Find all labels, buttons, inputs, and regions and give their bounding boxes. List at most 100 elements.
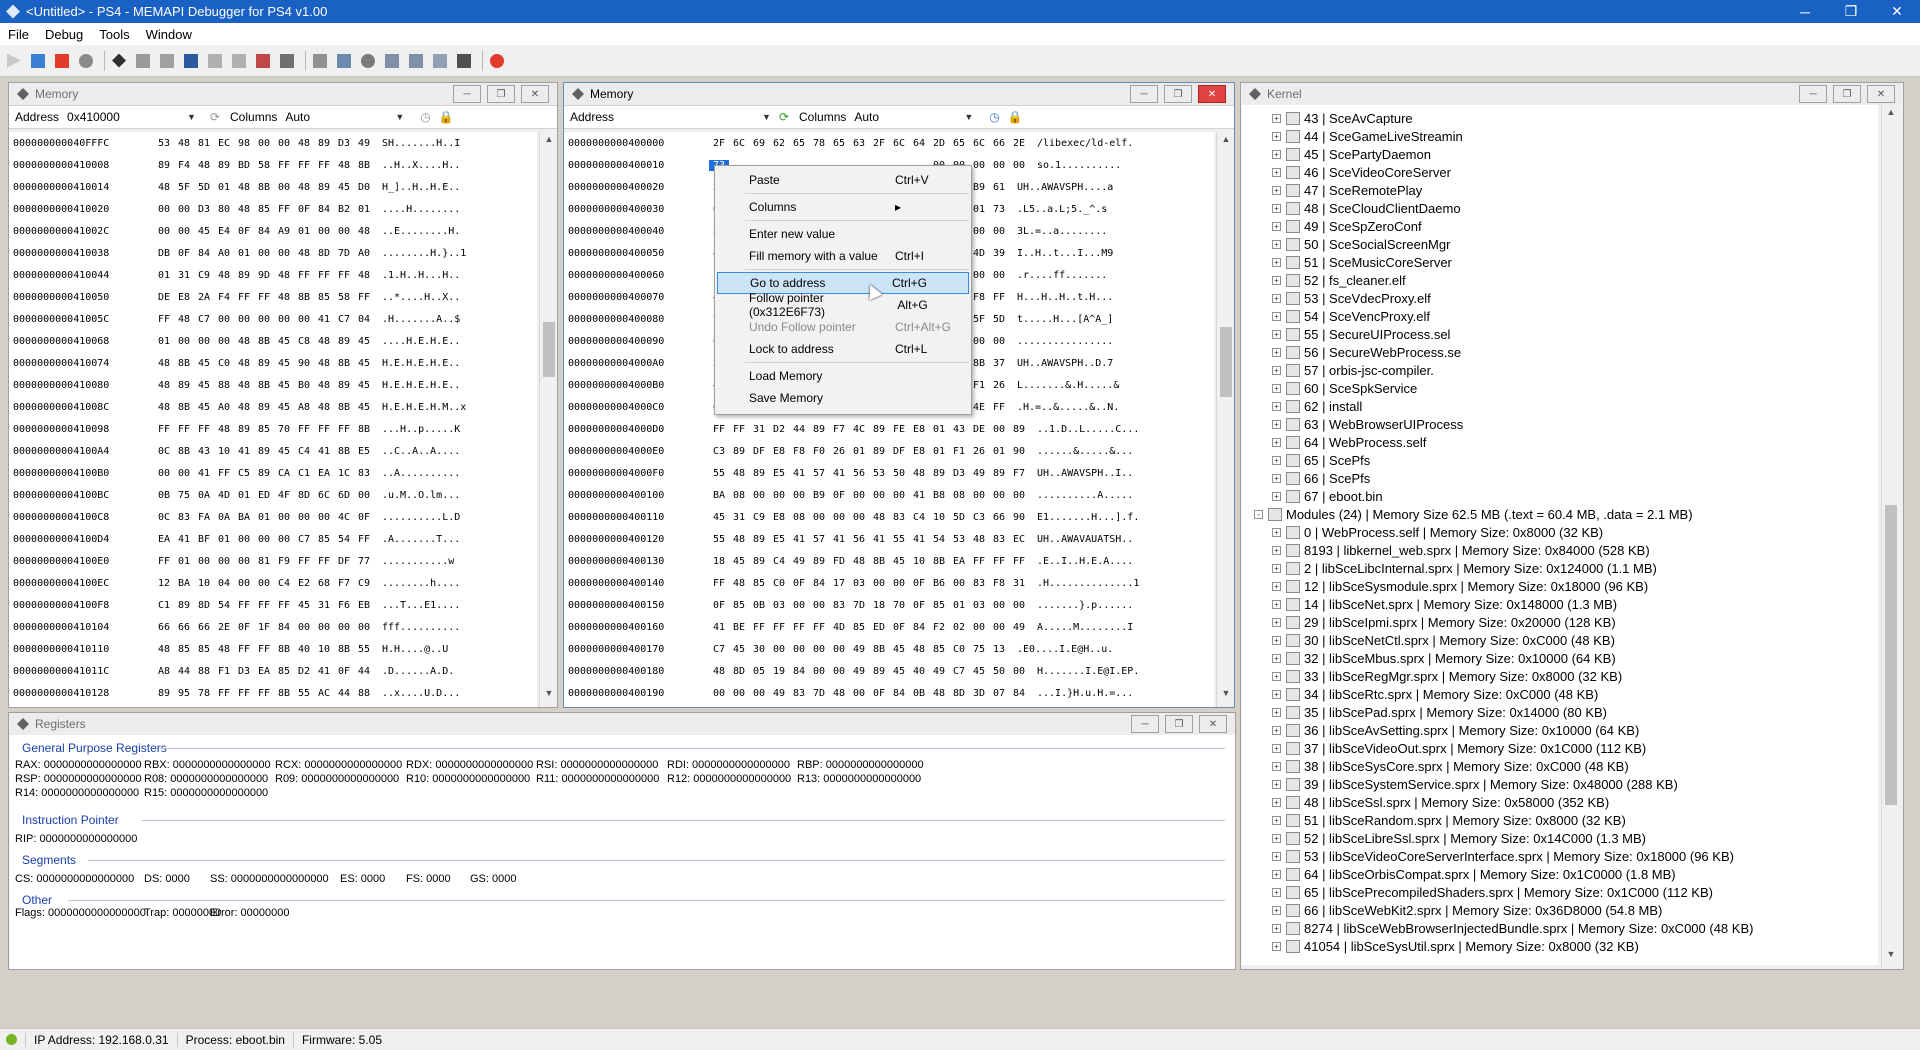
hex-byte[interactable]: FF <box>234 600 254 611</box>
hex-byte[interactable]: C8 <box>294 336 314 347</box>
tree-item-module[interactable]: +41054 | libSceSysUtil.sprx | Memory Siz… <box>1272 937 1639 955</box>
hex-byte[interactable]: 80 <box>214 204 234 215</box>
tree-item-process[interactable]: +64 | WebProcess.self <box>1272 433 1426 451</box>
hex-byte[interactable]: 8D <box>314 248 334 259</box>
hex-byte[interactable]: 48 <box>174 314 194 325</box>
register-value[interactable]: R09: 0000000000000000 <box>275 773 399 785</box>
hex-byte[interactable]: 01 <box>174 556 194 567</box>
hex-byte[interactable]: FF <box>769 622 789 633</box>
hex-byte[interactable]: A8 <box>154 666 174 677</box>
hex-byte[interactable]: F6 <box>334 600 354 611</box>
hex-byte[interactable]: 19 <box>769 666 789 677</box>
expand-icon[interactable]: + <box>1272 347 1281 357</box>
hex-byte[interactable]: 48 <box>294 248 314 259</box>
register-value[interactable]: RDI: 0000000000000000 <box>667 759 790 771</box>
register-value[interactable]: RAX: 0000000000000000 <box>15 759 142 771</box>
tree-item-process[interactable]: +54 | SceVencProxy.elf <box>1272 307 1430 325</box>
chevron-down-icon[interactable]: ▼ <box>762 112 771 122</box>
hex-byte[interactable]: 48 <box>729 534 749 545</box>
hex-byte[interactable]: FF <box>274 204 294 215</box>
tree-item-module[interactable]: +8274 | libSceWebBrowserInjectedBundle.s… <box>1272 919 1753 937</box>
hex-byte[interactable]: D3 <box>949 468 969 479</box>
hex-byte[interactable]: B0 <box>294 380 314 391</box>
hex-byte[interactable]: 18 <box>869 600 889 611</box>
hex-byte[interactable]: 45 <box>274 336 294 347</box>
panel-minimize-button[interactable]: ─ <box>1130 85 1158 103</box>
register-value[interactable]: RDX: 0000000000000000 <box>406 759 533 771</box>
hex-byte[interactable]: 6D <box>334 490 354 501</box>
hex-byte[interactable]: 81 <box>254 556 274 567</box>
hex-byte[interactable]: F8 <box>969 292 989 303</box>
hex-byte[interactable]: DE <box>154 292 174 303</box>
table-row[interactable]: 00000000004100D4 EA 41 BF 01 00 00 00 C7 85 54 FF .A… <box>9 528 537 550</box>
table-row[interactable]: 0000000000410044 01 31 C9 48 89 9D 48 FF FF FF 48.1… <box>9 264 537 286</box>
hex-byte[interactable]: 8D <box>729 666 749 677</box>
hex-byte[interactable]: F0 <box>809 446 829 457</box>
hex-byte[interactable]: 56 <box>849 534 869 545</box>
hex-byte[interactable]: 49 <box>849 644 869 655</box>
hex-byte[interactable]: 00 <box>789 644 809 655</box>
hex-byte[interactable]: 07 <box>989 688 1009 699</box>
hex-byte[interactable]: D3 <box>334 138 354 149</box>
segment-register[interactable]: SS: 0000000000000000 <box>210 873 329 885</box>
hex-byte[interactable]: 84 <box>1009 688 1029 699</box>
hex-byte[interactable]: A9 <box>274 226 294 237</box>
tree-item-process[interactable]: +66 | ScePfs <box>1272 469 1370 487</box>
hex-byte[interactable]: 8B <box>334 446 354 457</box>
table-row[interactable]: 0000000000410050 DE E8 2A F4 FF FF 48 8B 85 58 FF..… <box>9 286 537 308</box>
chevron-down-icon[interactable]: ▼ <box>187 112 196 122</box>
hex-byte[interactable]: E8 <box>909 424 929 435</box>
hex-byte[interactable]: 3D <box>969 688 989 699</box>
layout-icon[interactable] <box>181 51 201 71</box>
hex-byte[interactable]: FF <box>294 424 314 435</box>
hex-byte[interactable]: 41 <box>174 534 194 545</box>
hex-byte[interactable]: 41 <box>909 534 929 545</box>
hex-byte[interactable]: 69 <box>749 138 769 149</box>
hex-byte[interactable]: 6C <box>314 490 334 501</box>
hex-byte[interactable]: 6C <box>729 138 749 149</box>
menu-window[interactable]: Window <box>138 27 200 42</box>
hex-byte[interactable]: 5D <box>989 314 1009 325</box>
hex-byte[interactable]: 49 <box>789 556 809 567</box>
hex-byte[interactable]: 05 <box>749 666 769 677</box>
hex-byte[interactable]: 83 <box>829 600 849 611</box>
hex-byte[interactable]: 48 <box>709 666 729 677</box>
hex-byte[interactable]: 41 <box>789 534 809 545</box>
hex-byte[interactable]: 66 <box>989 512 1009 523</box>
table-row[interactable]: 0000000000400140 FF 48 85 C0 0F 84 17 03 00 00 0F B6… <box>564 572 1214 594</box>
hex-byte[interactable]: 89 <box>334 336 354 347</box>
tree-item-process[interactable]: +45 | ScePartyDaemon <box>1272 145 1431 163</box>
hex-byte[interactable]: C3 <box>709 446 729 457</box>
hex-byte[interactable]: 2A <box>194 292 214 303</box>
hex-byte[interactable]: 00 <box>174 226 194 237</box>
tree-item-process[interactable]: +49 | SceSpZeroConf <box>1272 217 1422 235</box>
hex-byte[interactable]: 8B <box>334 402 354 413</box>
hex-byte[interactable]: 00 <box>294 622 314 633</box>
register-value[interactable]: RSI: 0000000000000000 <box>536 759 658 771</box>
menu-item[interactable]: Columns ▸ <box>715 196 971 218</box>
table-row[interactable]: 000000000041005C FF 48 C7 00 00 00 00 00 41 C7 04 .H… <box>9 308 537 330</box>
hex-byte[interactable]: 89 <box>234 270 254 281</box>
hex-byte[interactable]: 45 <box>709 512 729 523</box>
hex-byte[interactable]: 45 <box>354 380 374 391</box>
hex-byte[interactable]: 89 <box>154 688 174 699</box>
scrollbar[interactable]: ▲ ▼ <box>1881 105 1899 969</box>
hex-byte[interactable]: DF <box>334 556 354 567</box>
hex-byte[interactable]: 8D <box>194 600 214 611</box>
expand-icon[interactable]: + <box>1272 743 1281 753</box>
hex-byte[interactable]: 00 <box>234 578 254 589</box>
hex-byte[interactable]: 54 <box>929 534 949 545</box>
panel-restore-button[interactable]: ❐ <box>1165 715 1193 733</box>
hex-byte[interactable]: 00 <box>254 578 274 589</box>
hex-byte[interactable]: 45 <box>194 358 214 369</box>
hex-byte[interactable]: 89 <box>869 666 889 677</box>
hex-byte[interactable]: A0 <box>214 402 234 413</box>
hex-byte[interactable]: 8B <box>354 160 374 171</box>
tree-item-module[interactable]: +52 | libSceLibreSsl.sprx | Memory Size:… <box>1272 829 1646 847</box>
table-row[interactable]: 000000000041002C 00 00 45 E4 0F 84 A9 01 00 00 48..… <box>9 220 537 242</box>
chevron-down-icon[interactable]: ▼ <box>964 112 973 122</box>
expand-icon[interactable]: + <box>1272 419 1281 429</box>
hex-byte[interactable]: 00 <box>234 556 254 567</box>
hex-byte[interactable]: 65 <box>829 138 849 149</box>
expand-icon[interactable]: + <box>1272 203 1281 213</box>
